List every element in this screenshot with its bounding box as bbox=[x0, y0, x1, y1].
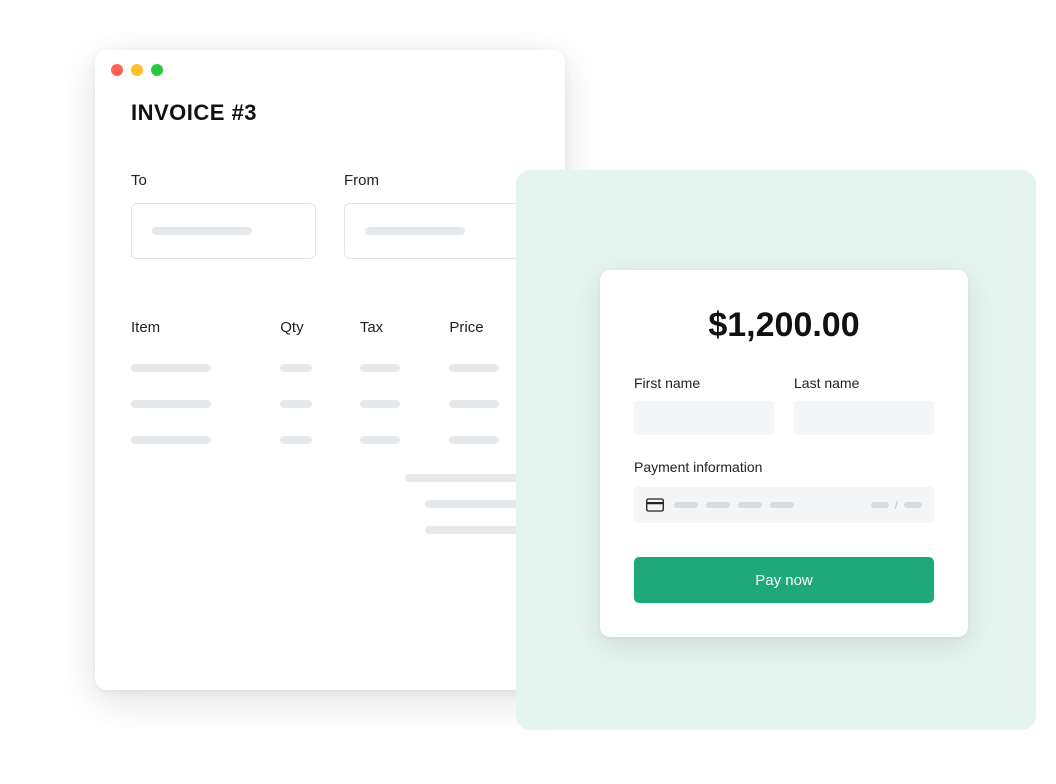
minimize-icon[interactable] bbox=[131, 64, 143, 76]
payment-info-label: Payment information bbox=[634, 459, 934, 475]
col-qty: Qty bbox=[280, 319, 360, 336]
first-name-input[interactable] bbox=[634, 401, 774, 435]
table-row bbox=[131, 364, 529, 372]
invoice-title: INVOICE #3 bbox=[131, 100, 529, 126]
payment-amount: $1,200.00 bbox=[634, 306, 934, 345]
credit-card-icon bbox=[646, 498, 664, 512]
table-row bbox=[131, 400, 529, 408]
col-tax: Tax bbox=[360, 319, 450, 336]
last-name-label: Last name bbox=[794, 375, 934, 391]
first-name-label: First name bbox=[634, 375, 774, 391]
window-titlebar bbox=[95, 50, 565, 90]
invoice-table-header: Item Qty Tax Price bbox=[131, 319, 529, 336]
maximize-icon[interactable] bbox=[151, 64, 163, 76]
from-label: From bbox=[344, 172, 529, 189]
pay-now-button[interactable]: Pay now bbox=[634, 557, 934, 603]
invoice-window: INVOICE #3 To From Item Qty Tax Price bbox=[95, 50, 565, 690]
card-expiry-placeholder: / bbox=[871, 498, 922, 512]
card-number-placeholder bbox=[674, 502, 861, 508]
close-icon[interactable] bbox=[111, 64, 123, 76]
card-number-input[interactable]: / bbox=[634, 487, 934, 523]
to-label: To bbox=[131, 172, 316, 189]
from-input[interactable] bbox=[344, 203, 529, 259]
table-row bbox=[131, 436, 529, 444]
payment-card: $1,200.00 First name Last name Payment i… bbox=[600, 270, 968, 637]
invoice-totals bbox=[131, 474, 529, 534]
col-item: Item bbox=[131, 319, 280, 336]
to-input[interactable] bbox=[131, 203, 316, 259]
last-name-input[interactable] bbox=[794, 401, 934, 435]
